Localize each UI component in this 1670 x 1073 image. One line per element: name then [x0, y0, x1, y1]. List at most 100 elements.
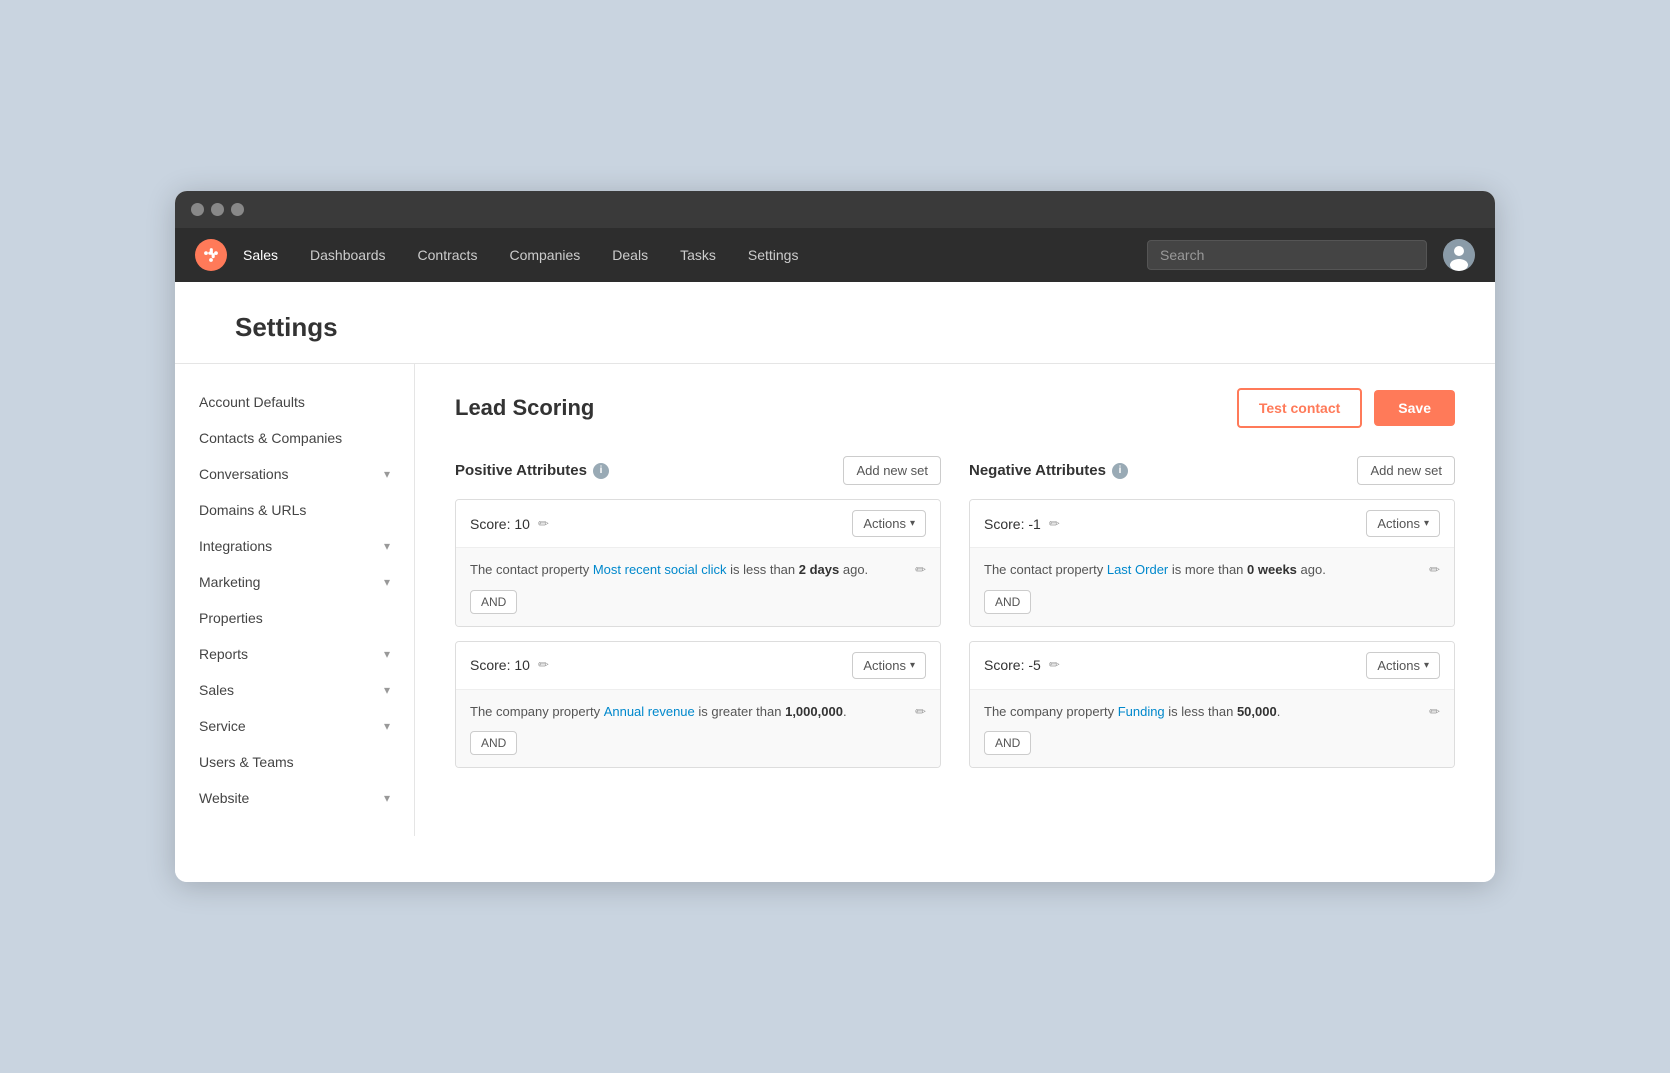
negative-card-1-header: Score: -1 ✏ Actions ▾ — [970, 500, 1454, 547]
nav-sales[interactable]: Sales — [227, 228, 294, 282]
positive-panel-header: Positive Attributes i Add new set — [455, 456, 941, 485]
edit-score-1-icon[interactable]: ✏ — [538, 516, 549, 532]
negative-card-1-actions-button[interactable]: Actions ▾ — [1366, 510, 1440, 537]
edit-neg-score-2-icon[interactable]: ✏ — [1049, 657, 1060, 673]
sidebar-item-website[interactable]: Website ▾ — [175, 780, 414, 816]
most-recent-social-click-link[interactable]: Most recent social click — [593, 562, 727, 577]
positive-card-2-actions-button[interactable]: Actions ▾ — [852, 652, 926, 679]
sidebar-item-users-teams[interactable]: Users & Teams — [175, 744, 414, 780]
negative-score-1-label: Score: -1 ✏ — [984, 516, 1060, 532]
positive-condition-2: The company property Annual revenue is g… — [470, 702, 926, 722]
edit-score-2-icon[interactable]: ✏ — [538, 657, 549, 673]
sidebar-item-contacts-companies[interactable]: Contacts & Companies — [175, 420, 414, 456]
negative-condition-1: The contact property Last Order is more … — [984, 560, 1440, 580]
nav-links: Sales Dashboards Contracts Companies Dea… — [227, 228, 1147, 282]
page-content: Settings Account Defaults Contacts & Com… — [175, 282, 1495, 882]
negative-score-2-label: Score: -5 ✏ — [984, 657, 1060, 673]
nav-settings[interactable]: Settings — [732, 228, 815, 282]
annual-revenue-link[interactable]: Annual revenue — [604, 704, 695, 719]
chevron-down-icon: ▾ — [384, 575, 390, 589]
neg-condition-value-2: 50,000 — [1237, 704, 1277, 719]
neg-condition-text-2: The company property Funding is less tha… — [984, 702, 1280, 722]
sidebar-item-service[interactable]: Service ▾ — [175, 708, 414, 744]
negative-card-1-body: The contact property Last Order is more … — [970, 547, 1454, 626]
save-button[interactable]: Save — [1374, 390, 1455, 426]
sidebar-item-reports[interactable]: Reports ▾ — [175, 636, 414, 672]
positive-score-2-label: Score: 10 ✏ — [470, 657, 549, 673]
chevron-down-icon: ▾ — [384, 791, 390, 805]
negative-panel-title: Negative Attributes i — [969, 462, 1128, 479]
chevron-down-icon: ▾ — [384, 467, 390, 481]
edit-neg-score-1-icon[interactable]: ✏ — [1049, 516, 1060, 532]
condition-text-2: The company property Annual revenue is g… — [470, 702, 847, 722]
search-container — [1147, 240, 1427, 270]
positive-info-icon[interactable]: i — [593, 463, 609, 479]
sidebar-label-marketing: Marketing — [199, 574, 260, 590]
dot-green — [231, 203, 244, 216]
sidebar: Account Defaults Contacts & Companies Co… — [175, 364, 415, 836]
nav-deals[interactable]: Deals — [596, 228, 664, 282]
edit-condition-1-icon[interactable]: ✏ — [915, 560, 926, 580]
caret-down-icon: ▾ — [910, 518, 915, 529]
positive-card-1-and-button[interactable]: AND — [470, 590, 517, 614]
search-input[interactable] — [1147, 240, 1427, 270]
edit-condition-2-icon[interactable]: ✏ — [915, 702, 926, 722]
negative-card-1-and-button[interactable]: AND — [984, 590, 1031, 614]
funding-link[interactable]: Funding — [1118, 704, 1165, 719]
chevron-down-icon: ▾ — [384, 683, 390, 697]
hubspot-logo[interactable] — [195, 239, 227, 271]
test-contact-button[interactable]: Test contact — [1237, 388, 1362, 428]
chevron-down-icon: ▾ — [384, 539, 390, 553]
nav-companies[interactable]: Companies — [493, 228, 596, 282]
sidebar-label-reports: Reports — [199, 646, 248, 662]
positive-panel-title: Positive Attributes i — [455, 462, 609, 479]
chevron-down-icon: ▾ — [384, 719, 390, 733]
positive-card-1-header: Score: 10 ✏ Actions ▾ — [456, 500, 940, 547]
edit-neg-condition-2-icon[interactable]: ✏ — [1429, 702, 1440, 722]
negative-card-2-actions-button[interactable]: Actions ▾ — [1366, 652, 1440, 679]
sidebar-item-domains-urls[interactable]: Domains & URLs — [175, 492, 414, 528]
negative-card-2-body: The company property Funding is less tha… — [970, 689, 1454, 768]
neg-condition-text-1: The contact property Last Order is more … — [984, 560, 1326, 580]
negative-card-2-and-button[interactable]: AND — [984, 731, 1031, 755]
sidebar-label-sales: Sales — [199, 682, 234, 698]
sidebar-item-conversations[interactable]: Conversations ▾ — [175, 456, 414, 492]
positive-card-2-body: The company property Annual revenue is g… — [456, 689, 940, 768]
neg-condition-value-1: 0 weeks — [1247, 562, 1297, 577]
caret-down-icon: ▾ — [1424, 518, 1429, 529]
dot-yellow — [211, 203, 224, 216]
sidebar-item-sales[interactable]: Sales ▾ — [175, 672, 414, 708]
negative-condition-2: The company property Funding is less tha… — [984, 702, 1440, 722]
nav-contracts[interactable]: Contracts — [402, 228, 494, 282]
positive-card-2-and-button[interactable]: AND — [470, 731, 517, 755]
negative-panel-header: Negative Attributes i Add new set — [969, 456, 1455, 485]
positive-card-1-body: The contact property Most recent social … — [456, 547, 940, 626]
negative-score-card-1: Score: -1 ✏ Actions ▾ — [969, 499, 1455, 627]
positive-attributes-panel: Positive Attributes i Add new set Score:… — [455, 456, 941, 782]
sidebar-label-integrations: Integrations — [199, 538, 272, 554]
negative-add-new-set-button[interactable]: Add new set — [1357, 456, 1455, 485]
browser-chrome — [175, 191, 1495, 228]
lead-scoring-header: Lead Scoring Test contact Save — [455, 388, 1455, 428]
main-content: Lead Scoring Test contact Save Positive … — [415, 364, 1495, 836]
nav-tasks[interactable]: Tasks — [664, 228, 732, 282]
sidebar-item-properties[interactable]: Properties — [175, 600, 414, 636]
nav-dashboards[interactable]: Dashboards — [294, 228, 402, 282]
negative-attributes-panel: Negative Attributes i Add new set Score:… — [969, 456, 1455, 782]
sidebar-item-account-defaults[interactable]: Account Defaults — [175, 384, 414, 420]
positive-score-card-2: Score: 10 ✏ Actions ▾ — [455, 641, 941, 769]
header-actions: Test contact Save — [1237, 388, 1455, 428]
condition-value-1: 2 days — [799, 562, 839, 577]
positive-score-card-1: Score: 10 ✏ Actions ▾ — [455, 499, 941, 627]
sidebar-item-integrations[interactable]: Integrations ▾ — [175, 528, 414, 564]
last-order-link[interactable]: Last Order — [1107, 562, 1168, 577]
positive-card-1-actions-button[interactable]: Actions ▾ — [852, 510, 926, 537]
positive-add-new-set-button[interactable]: Add new set — [843, 456, 941, 485]
browser-window: Sales Dashboards Contracts Companies Dea… — [175, 191, 1495, 882]
user-avatar[interactable] — [1443, 239, 1475, 271]
edit-neg-condition-1-icon[interactable]: ✏ — [1429, 560, 1440, 580]
negative-info-icon[interactable]: i — [1112, 463, 1128, 479]
dot-red — [191, 203, 204, 216]
positive-condition-1: The contact property Most recent social … — [470, 560, 926, 580]
sidebar-item-marketing[interactable]: Marketing ▾ — [175, 564, 414, 600]
